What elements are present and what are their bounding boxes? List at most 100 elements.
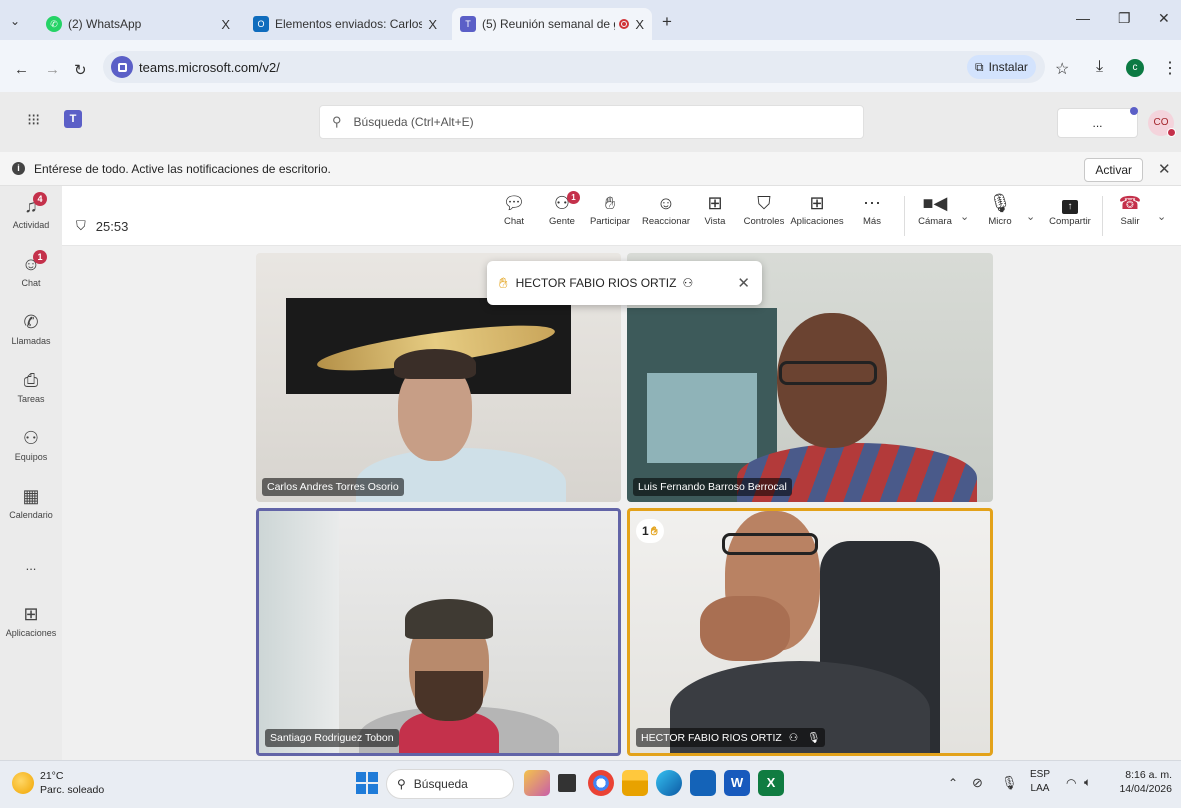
- show-hidden-icons-chevron-icon[interactable]: ⌃: [948, 776, 958, 790]
- close-window-icon[interactable]: ✕: [1158, 10, 1170, 27]
- bookmark-star-icon[interactable]: ☆: [1055, 59, 1069, 79]
- rail-item-teams[interactable]: ⚇ Equipos: [0, 428, 62, 462]
- search-icon: ⚲: [332, 114, 342, 129]
- raise-hand-button[interactable]: ✋︎ Participar: [585, 190, 635, 227]
- rail-item-chat[interactable]: ☺ 1 Chat: [0, 250, 62, 288]
- participant-name: Luis Fernando Barroso Berrocal: [633, 478, 792, 496]
- rail-item-calls[interactable]: ✆ Llamadas: [0, 312, 62, 346]
- share-button[interactable]: ↑ Compartir: [1044, 190, 1096, 227]
- mic-options-chevron-icon[interactable]: ⌄: [1026, 210, 1035, 223]
- tab-search-chevron-icon[interactable]: ⌄: [10, 14, 20, 28]
- tab-outlook[interactable]: O Elementos enviados: Carlos And X: [245, 8, 445, 40]
- controls-button[interactable]: ⛉ Controles: [739, 190, 789, 227]
- taskbar-search[interactable]: ⚲ Búsqueda: [386, 769, 514, 799]
- weather-sun-icon[interactable]: [12, 772, 34, 794]
- rail-label: Aplicaciones: [5, 628, 57, 638]
- download-icon[interactable]: ⤓: [1096, 58, 1103, 76]
- tab-teams-meeting[interactable]: T (5) Reunión semanal de gru X: [452, 8, 652, 40]
- rail-item-tasks[interactable]: ⎙ Tareas: [0, 370, 62, 404]
- window-glass: [647, 373, 757, 463]
- cap: [405, 599, 493, 639]
- site-info-icon[interactable]: [111, 56, 133, 78]
- camera-icon: ■◀︎: [922, 193, 948, 213]
- tab-close-button[interactable]: X: [428, 17, 437, 32]
- mic-button[interactable]: 🎙︎ Micro: [975, 190, 1025, 227]
- wifi-icon[interactable]: ◠: [1066, 776, 1076, 790]
- minimize-icon[interactable]: —: [1076, 10, 1090, 26]
- language-indicator[interactable]: ESP LAA: [1030, 768, 1050, 796]
- meeting-chat-button[interactable]: 💬︎ Chat: [489, 190, 539, 227]
- install-app-button[interactable]: ⧉ Instalar: [967, 55, 1036, 79]
- task-view-icon[interactable]: [558, 774, 576, 792]
- leave-button[interactable]: ☎︎ Salir: [1108, 190, 1152, 227]
- windows-start-icon[interactable]: [356, 772, 378, 794]
- rail-item-calendar[interactable]: ▦ Calendario: [0, 486, 62, 520]
- rail-label: Calendario: [9, 510, 53, 520]
- microsoft-store-icon[interactable]: [690, 770, 716, 796]
- more-actions-button[interactable]: ⋯ Más: [847, 190, 897, 227]
- profile-avatar[interactable]: c: [1126, 59, 1144, 77]
- view-button[interactable]: ⊞ Vista: [690, 190, 740, 227]
- restore-icon[interactable]: ❐: [1118, 10, 1131, 27]
- excel-icon[interactable]: X: [758, 770, 784, 796]
- weather-widget[interactable]: 21°C Parc. soleado: [40, 769, 104, 797]
- edge-icon[interactable]: [656, 770, 682, 796]
- presence-dot: [1167, 128, 1176, 137]
- video-tile-raised-hand[interactable]: 1 ✋︎ HECTOR FABIO RIOS ORTIZ ⚇ 🎙︎: [627, 508, 993, 756]
- apps-button[interactable]: ⊞ Aplicaciones: [789, 190, 845, 227]
- people-badge: 1: [567, 191, 580, 204]
- search-placeholder: Búsqueda (Ctrl+Alt+E): [353, 115, 474, 129]
- hand-icon: ✋︎: [604, 193, 616, 213]
- tab-whatsapp[interactable]: ✆ (2) WhatsApp X: [38, 8, 238, 40]
- copilot-widget-icon[interactable]: [524, 770, 550, 796]
- word-icon[interactable]: W: [724, 770, 750, 796]
- clock[interactable]: 8:16 a. m. 14/04/2026: [1110, 768, 1172, 796]
- address-bar[interactable]: teams.microsoft.com/v2/: [103, 51, 1045, 83]
- ellipsis-icon: ⋯: [863, 193, 881, 213]
- back-icon[interactable]: ←: [14, 61, 29, 78]
- toast-close-icon[interactable]: ✕: [737, 274, 750, 292]
- camera-button[interactable]: ■◀︎ Cámara: [910, 190, 960, 227]
- app-launcher-icon[interactable]: ⁝⁝⁝: [27, 110, 40, 130]
- control-label: Compartir: [1049, 216, 1091, 227]
- leave-options-chevron-icon[interactable]: ⌄: [1157, 210, 1166, 223]
- rail-item-apps[interactable]: ⊞ Aplicaciones: [0, 604, 62, 638]
- organizer-icon: ⚇: [788, 732, 799, 744]
- user-avatar[interactable]: CO: [1148, 110, 1176, 137]
- microphone-icon: 🎙︎: [988, 193, 1012, 213]
- react-button[interactable]: ☺ Reaccionar: [638, 190, 694, 227]
- reload-icon[interactable]: ↻: [74, 61, 87, 79]
- control-label: Más: [863, 216, 881, 227]
- people-button[interactable]: ⚇ 1 Gente: [537, 190, 587, 227]
- rail-more-button[interactable]: ...: [0, 558, 62, 573]
- hand-on-chin: [700, 596, 790, 661]
- rail-item-activity[interactable]: ♫ 4 Actividad: [0, 192, 62, 230]
- banner-close-icon[interactable]: ✕: [1158, 160, 1171, 178]
- location-icon[interactable]: ⊘: [972, 775, 983, 791]
- file-explorer-icon[interactable]: [622, 770, 648, 796]
- activity-badge: 4: [33, 192, 47, 206]
- chrome-icon[interactable]: [588, 770, 614, 796]
- tab-title: (2) WhatsApp: [68, 17, 142, 31]
- hang-up-icon: ☎︎: [1118, 193, 1142, 213]
- info-icon: i: [12, 162, 25, 175]
- search-input[interactable]: ⚲ Búsqueda (Ctrl+Alt+E): [319, 105, 864, 139]
- volume-icon[interactable]: 🔈︎: [1084, 775, 1091, 790]
- tab-title: Elementos enviados: Carlos And: [275, 17, 423, 31]
- new-tab-button[interactable]: +: [662, 12, 672, 32]
- control-label: Cámara: [918, 216, 952, 227]
- teams-icon: T: [460, 16, 476, 32]
- more-options-button[interactable]: ...: [1057, 108, 1138, 138]
- video-tile-active-speaker[interactable]: Santiago Rodriguez Tobon: [256, 508, 621, 756]
- control-divider: [1102, 196, 1103, 236]
- forward-icon[interactable]: →: [45, 61, 60, 78]
- microphone-in-use-icon[interactable]: 🎙︎: [1001, 775, 1018, 791]
- control-label: Salir: [1120, 216, 1140, 227]
- activate-notifications-button[interactable]: Activar: [1084, 158, 1143, 182]
- activate-label: Activar: [1095, 163, 1132, 177]
- browser-menu-icon[interactable]: ⋮: [1162, 58, 1178, 78]
- tab-close-button[interactable]: X: [221, 17, 230, 32]
- tab-close-button[interactable]: X: [635, 17, 644, 32]
- avatar-initials: CO: [1153, 117, 1169, 128]
- camera-options-chevron-icon[interactable]: ⌄: [960, 210, 969, 223]
